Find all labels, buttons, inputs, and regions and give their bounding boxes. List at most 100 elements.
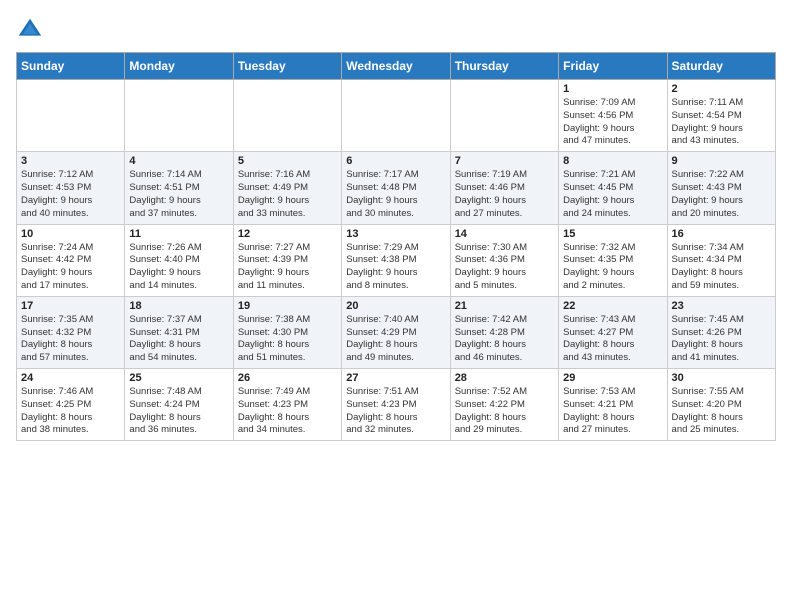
weekday-header: Friday [559, 53, 667, 80]
calendar-cell: 1 Sunrise: 7:09 AM Sunset: 4:56 PM Daylig… [559, 80, 667, 152]
day-info: Sunrise: 7:11 AM Sunset: 4:54 PM Dayligh… [672, 97, 771, 148]
day-number: 24 [21, 372, 120, 384]
day-number: 1 [563, 83, 662, 95]
calendar-cell: 20 Sunrise: 7:40 AM Sunset: 4:29 PM Dayli… [342, 296, 450, 368]
day-info: Sunrise: 7:45 AM Sunset: 4:26 PM Dayligh… [672, 314, 771, 365]
day-info: Sunrise: 7:49 AM Sunset: 4:23 PM Dayligh… [238, 386, 337, 437]
day-number: 8 [563, 155, 662, 167]
day-info: Sunrise: 7:43 AM Sunset: 4:27 PM Dayligh… [563, 314, 662, 365]
day-info: Sunrise: 7:51 AM Sunset: 4:23 PM Dayligh… [346, 386, 445, 437]
calendar-week-row: 3 Sunrise: 7:12 AM Sunset: 4:53 PM Daylig… [17, 152, 776, 224]
day-number: 21 [455, 300, 554, 312]
day-info: Sunrise: 7:16 AM Sunset: 4:49 PM Dayligh… [238, 169, 337, 220]
day-number: 17 [21, 300, 120, 312]
day-info: Sunrise: 7:32 AM Sunset: 4:35 PM Dayligh… [563, 242, 662, 293]
day-info: Sunrise: 7:46 AM Sunset: 4:25 PM Dayligh… [21, 386, 120, 437]
calendar-cell: 11 Sunrise: 7:26 AM Sunset: 4:40 PM Dayli… [125, 224, 233, 296]
calendar-cell: 19Sunrise: 7:38 AM Sunset: 4:30 PM Dayli… [233, 296, 341, 368]
calendar-cell: 13Sunrise: 7:29 AM Sunset: 4:38 PM Dayli… [342, 224, 450, 296]
day-number: 23 [672, 300, 771, 312]
calendar-cell: 29 Sunrise: 7:53 AM Sunset: 4:21 PM Dayli… [559, 369, 667, 441]
calendar-week-row: 24 Sunrise: 7:46 AM Sunset: 4:25 PM Dayli… [17, 369, 776, 441]
day-number: 5 [238, 155, 337, 167]
day-number: 11 [129, 228, 228, 240]
calendar-cell: 30 Sunrise: 7:55 AM Sunset: 4:20 PM Dayli… [667, 369, 775, 441]
day-info: Sunrise: 7:26 AM Sunset: 4:40 PM Dayligh… [129, 242, 228, 293]
day-number: 26 [238, 372, 337, 384]
weekday-header: Thursday [450, 53, 558, 80]
calendar-cell: 16Sunrise: 7:34 AM Sunset: 4:34 PM Dayli… [667, 224, 775, 296]
day-number: 28 [455, 372, 554, 384]
calendar-cell: 26 Sunrise: 7:49 AM Sunset: 4:23 PM Dayli… [233, 369, 341, 441]
day-number: 15 [563, 228, 662, 240]
day-info: Sunrise: 7:42 AM Sunset: 4:28 PM Dayligh… [455, 314, 554, 365]
calendar-cell: 25Sunrise: 7:48 AM Sunset: 4:24 PM Dayli… [125, 369, 233, 441]
calendar-cell: 28 Sunrise: 7:52 AM Sunset: 4:22 PM Dayli… [450, 369, 558, 441]
weekday-header-row: SundayMondayTuesdayWednesdayThursdayFrid… [17, 53, 776, 80]
calendar-cell: 15 Sunrise: 7:32 AM Sunset: 4:35 PM Dayli… [559, 224, 667, 296]
calendar-cell: 21 Sunrise: 7:42 AM Sunset: 4:28 PM Dayli… [450, 296, 558, 368]
calendar-cell: 8Sunrise: 7:21 AM Sunset: 4:45 PM Daylig… [559, 152, 667, 224]
day-info: Sunrise: 7:52 AM Sunset: 4:22 PM Dayligh… [455, 386, 554, 437]
day-number: 19 [238, 300, 337, 312]
weekday-header: Wednesday [342, 53, 450, 80]
day-info: Sunrise: 7:17 AM Sunset: 4:48 PM Dayligh… [346, 169, 445, 220]
day-number: 18 [129, 300, 228, 312]
calendar-cell: 4 Sunrise: 7:14 AM Sunset: 4:51 PM Daylig… [125, 152, 233, 224]
calendar-cell: 12 Sunrise: 7:27 AM Sunset: 4:39 PM Dayli… [233, 224, 341, 296]
day-number: 13 [346, 228, 445, 240]
calendar-cell: 6 Sunrise: 7:17 AM Sunset: 4:48 PM Daylig… [342, 152, 450, 224]
calendar-cell: 23 Sunrise: 7:45 AM Sunset: 4:26 PM Dayli… [667, 296, 775, 368]
calendar-cell: 18 Sunrise: 7:37 AM Sunset: 4:31 PM Dayli… [125, 296, 233, 368]
calendar-cell: 24 Sunrise: 7:46 AM Sunset: 4:25 PM Dayli… [17, 369, 125, 441]
day-info: Sunrise: 7:55 AM Sunset: 4:20 PM Dayligh… [672, 386, 771, 437]
calendar-cell: 3 Sunrise: 7:12 AM Sunset: 4:53 PM Daylig… [17, 152, 125, 224]
calendar: SundayMondayTuesdayWednesdayThursdayFrid… [16, 52, 776, 441]
day-number: 3 [21, 155, 120, 167]
calendar-cell [450, 80, 558, 152]
day-info: Sunrise: 7:14 AM Sunset: 4:51 PM Dayligh… [129, 169, 228, 220]
calendar-cell: 5 Sunrise: 7:16 AM Sunset: 4:49 PM Daylig… [233, 152, 341, 224]
day-info: Sunrise: 7:37 AM Sunset: 4:31 PM Dayligh… [129, 314, 228, 365]
calendar-cell: 2 Sunrise: 7:11 AM Sunset: 4:54 PM Daylig… [667, 80, 775, 152]
day-info: Sunrise: 7:35 AM Sunset: 4:32 PM Dayligh… [21, 314, 120, 365]
weekday-header: Sunday [17, 53, 125, 80]
calendar-week-row: 17 Sunrise: 7:35 AM Sunset: 4:32 PM Dayli… [17, 296, 776, 368]
logo [16, 16, 48, 44]
day-info: Sunrise: 7:40 AM Sunset: 4:29 PM Dayligh… [346, 314, 445, 365]
calendar-cell: 10 Sunrise: 7:24 AM Sunset: 4:42 PM Dayli… [17, 224, 125, 296]
day-info: Sunrise: 7:09 AM Sunset: 4:56 PM Dayligh… [563, 97, 662, 148]
day-number: 30 [672, 372, 771, 384]
day-number: 29 [563, 372, 662, 384]
day-number: 12 [238, 228, 337, 240]
day-number: 2 [672, 83, 771, 95]
calendar-cell [342, 80, 450, 152]
calendar-cell: 9 Sunrise: 7:22 AM Sunset: 4:43 PM Daylig… [667, 152, 775, 224]
day-number: 4 [129, 155, 228, 167]
page-header [16, 16, 776, 44]
day-info: Sunrise: 7:12 AM Sunset: 4:53 PM Dayligh… [21, 169, 120, 220]
day-info: Sunrise: 7:53 AM Sunset: 4:21 PM Dayligh… [563, 386, 662, 437]
calendar-cell: 17 Sunrise: 7:35 AM Sunset: 4:32 PM Dayli… [17, 296, 125, 368]
day-number: 25 [129, 372, 228, 384]
weekday-header: Tuesday [233, 53, 341, 80]
calendar-cell: 14Sunrise: 7:30 AM Sunset: 4:36 PM Dayli… [450, 224, 558, 296]
day-info: Sunrise: 7:22 AM Sunset: 4:43 PM Dayligh… [672, 169, 771, 220]
day-number: 6 [346, 155, 445, 167]
logo-icon [16, 16, 44, 44]
day-info: Sunrise: 7:27 AM Sunset: 4:39 PM Dayligh… [238, 242, 337, 293]
calendar-week-row: 10 Sunrise: 7:24 AM Sunset: 4:42 PM Dayli… [17, 224, 776, 296]
calendar-cell [17, 80, 125, 152]
day-number: 22 [563, 300, 662, 312]
day-info: Sunrise: 7:30 AM Sunset: 4:36 PM Dayligh… [455, 242, 554, 293]
day-info: Sunrise: 7:34 AM Sunset: 4:34 PM Dayligh… [672, 242, 771, 293]
weekday-header: Saturday [667, 53, 775, 80]
day-info: Sunrise: 7:24 AM Sunset: 4:42 PM Dayligh… [21, 242, 120, 293]
day-number: 10 [21, 228, 120, 240]
day-number: 20 [346, 300, 445, 312]
day-info: Sunrise: 7:19 AM Sunset: 4:46 PM Dayligh… [455, 169, 554, 220]
day-number: 9 [672, 155, 771, 167]
day-number: 27 [346, 372, 445, 384]
calendar-cell [233, 80, 341, 152]
weekday-header: Monday [125, 53, 233, 80]
